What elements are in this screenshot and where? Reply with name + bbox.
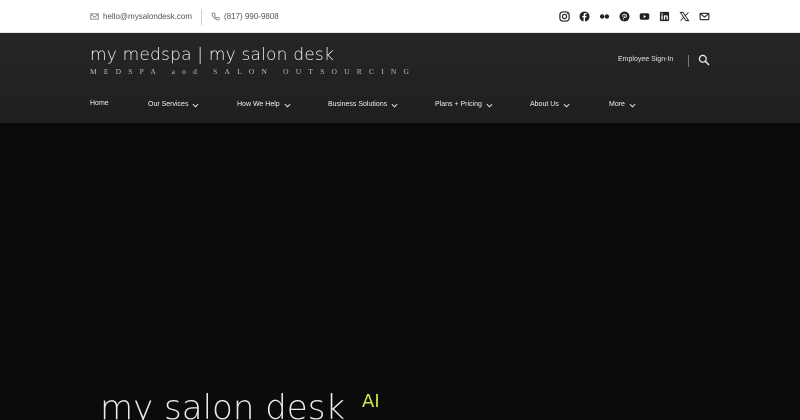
top-utility-bar: hello@mysalondesk.com (817) 990-9808 <box>0 0 800 33</box>
facebook-icon[interactable] <box>579 11 590 22</box>
youtube-icon[interactable] <box>639 11 650 22</box>
chevron-down-icon <box>486 103 493 108</box>
nav-item-label: Home <box>90 100 109 107</box>
contact-divider <box>201 8 203 25</box>
header-divider <box>688 55 689 67</box>
chevron-down-icon <box>629 103 636 108</box>
phone-link[interactable]: (817) 990-9808 <box>211 12 279 21</box>
site-logo[interactable]: my medspa | my salon desk <box>90 45 334 65</box>
chevron-down-icon <box>391 103 398 108</box>
mail-icon <box>90 13 99 20</box>
phone-text: (817) 990-9808 <box>224 12 279 21</box>
hero-title: my salon desk <box>100 388 346 420</box>
nav-item-label: Plans + Pricing <box>435 100 482 108</box>
employee-signin-link[interactable]: Employee Sign-In <box>618 56 673 63</box>
chevron-down-icon <box>284 103 291 108</box>
nav-item-plans-pricing[interactable]: Plans + Pricing <box>435 100 493 108</box>
email-link[interactable]: hello@mysalondesk.com <box>90 12 192 21</box>
nav-item-about-us[interactable]: About Us <box>530 100 570 108</box>
nav-item-our-services[interactable]: Our Services <box>148 100 199 108</box>
email-text: hello@mysalondesk.com <box>103 12 193 21</box>
x-icon[interactable] <box>679 11 690 22</box>
instagram-icon[interactable] <box>559 11 570 22</box>
flickr-icon[interactable] <box>599 11 610 22</box>
nav-item-how-we-help[interactable]: How We Help <box>237 100 291 108</box>
nav-item-label: Business Solutions <box>328 100 388 108</box>
logo-tagline: MEDSPA and SALON OUTSOURCING <box>90 67 417 76</box>
hero-title-superscript: AI <box>362 391 380 412</box>
pinterest-icon[interactable] <box>619 11 630 22</box>
chevron-down-icon <box>563 103 570 108</box>
mail-icon[interactable] <box>699 11 710 22</box>
nav-item-label: More <box>609 100 625 108</box>
linkedin-icon[interactable] <box>659 11 670 22</box>
nav-item-label: Our Services <box>148 100 189 108</box>
contact-info: hello@mysalondesk.com (817) 990-9808 <box>90 0 279 33</box>
phone-icon <box>211 12 220 21</box>
nav-item-business-solutions[interactable]: Business Solutions <box>328 100 398 108</box>
nav-item-more[interactable]: More <box>609 100 636 108</box>
search-icon[interactable] <box>698 54 710 66</box>
main-nav: Home Our Services How We Help Business S… <box>0 100 800 114</box>
hero-section: my salon desk AI <box>0 123 800 420</box>
site-header: my medspa | my salon desk MEDSPA and SAL… <box>0 33 800 123</box>
social-links <box>559 0 710 33</box>
nav-item-home[interactable]: Home <box>90 100 109 107</box>
nav-item-label: About Us <box>530 100 559 108</box>
nav-item-label: How We Help <box>237 100 280 108</box>
chevron-down-icon <box>193 103 199 108</box>
